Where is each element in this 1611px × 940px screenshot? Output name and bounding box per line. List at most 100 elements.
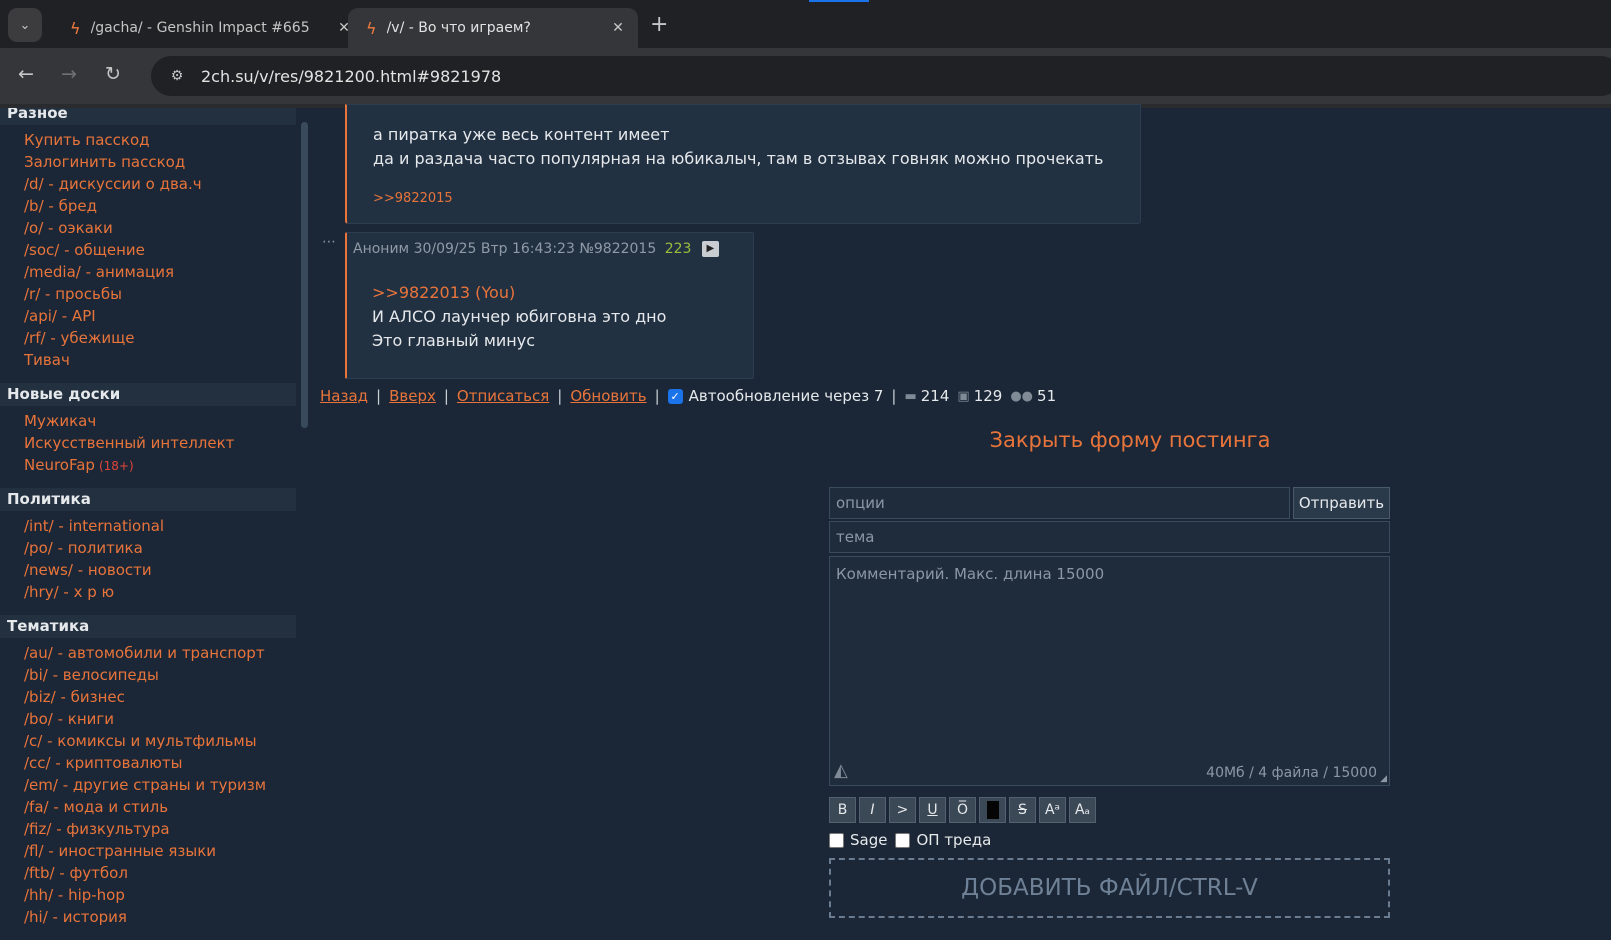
sidebar-board-link[interactable]: /soc/ - общение <box>24 239 296 261</box>
post-text-line: а пиратка уже весь контент имеет <box>373 125 670 144</box>
sidebar-board-link[interactable]: /biz/ - бизнес <box>24 686 296 708</box>
sidebar-board-link[interactable]: /cc/ - криптовалюты <box>24 752 296 774</box>
board-label: Залогинить пасскод <box>24 153 186 171</box>
op-label: ОП треда <box>916 831 992 849</box>
new-tab-icon[interactable]: + <box>650 12 668 37</box>
site-settings-icon[interactable]: ⚙ <box>157 68 197 84</box>
sidebar-board-link[interactable]: /o/ - оэкаки <box>24 217 296 239</box>
posts-count: 214 <box>920 387 950 405</box>
sidebar-board-link[interactable]: /media/ - анимация <box>24 261 296 283</box>
board-label: /media/ - анимация <box>24 263 175 281</box>
sidebar-board-link[interactable]: /fl/ - иностранные языки <box>24 840 296 862</box>
sidebar-board-link[interactable]: Мужикач <box>24 410 296 432</box>
close-form-link[interactable]: Закрыть форму постинга <box>950 428 1310 452</box>
board-label: /soc/ - общение <box>24 241 145 259</box>
autoupdate-checkbox[interactable]: ✓ <box>667 388 683 404</box>
sidebar-scrollbar[interactable] <box>301 122 308 428</box>
board-label: Искусственный интеллект <box>24 434 235 452</box>
board-label: /hry/ - х р ю <box>24 583 115 601</box>
superscript-button[interactable]: Aᵃ <box>1039 797 1066 823</box>
unsubscribe-link[interactable]: Отписаться <box>457 387 549 405</box>
sage-option[interactable]: Sage <box>829 831 887 849</box>
reply-link[interactable]: >>9822013 (You) <box>372 283 515 302</box>
subject-input[interactable]: тема <box>829 521 1390 553</box>
post: Аноним 30/09/25 Втр 16:43:23 №9822015 22… <box>345 232 754 379</box>
board-label: /api/ - API <box>24 307 96 325</box>
sidebar-board-link[interactable]: /news/ - новости <box>24 559 296 581</box>
sidebar-board-link[interactable]: Залогинить пасскод <box>24 151 296 173</box>
autoupdate-label: Автообновление через 7 <box>688 387 884 405</box>
op-option[interactable]: ОП треда <box>895 831 991 849</box>
overline-button[interactable]: O̅ <box>949 797 976 823</box>
sidebar-board-link[interactable]: /fiz/ - физкультура <box>24 818 296 840</box>
browser-tab-bar: ⌄ ϟ /gacha/ - Genshin Impact #665 ✕ ϟ /v… <box>0 0 1611 48</box>
spoiler-button[interactable] <box>979 797 1006 823</box>
op-checkbox[interactable] <box>895 832 911 848</box>
sidebar-board-link[interactable]: /bi/ - велосипеды <box>24 664 296 686</box>
upload-limits: 40Мб / 4 файла / 15000 <box>1206 765 1377 781</box>
subscript-button[interactable]: Aₐ <box>1069 797 1096 823</box>
up-link[interactable]: Вверх <box>389 387 436 405</box>
board-list: Купить пасскод Залогинить пасскод/d/ - ди… <box>0 129 296 371</box>
post-number[interactable]: №9822015 <box>579 241 656 257</box>
sidebar-board-link[interactable]: Тивач <box>24 349 296 371</box>
sidebar-category: Новые доски <box>0 383 296 406</box>
sidebar-board-link[interactable]: /c/ - комиксы и мультфильмы <box>24 730 296 752</box>
tab-gacha[interactable]: ϟ /gacha/ - Genshin Impact #665 ✕ <box>52 8 364 48</box>
italic-button[interactable]: I <box>859 797 886 823</box>
tab-title: /v/ - Во что играем? <box>386 20 531 36</box>
send-button[interactable]: Отправить <box>1293 487 1390 519</box>
separator: | <box>891 387 897 405</box>
options-input[interactable]: опции <box>829 487 1290 519</box>
back-link[interactable]: Назад <box>320 387 368 405</box>
post-menu-icon[interactable]: ⋯ <box>322 234 336 250</box>
strike-button[interactable]: S <box>1009 797 1036 823</box>
browser-toolbar: ← → ↻ ⚙ 2ch.su/v/res/9821200.html#982197… <box>0 48 1611 104</box>
sidebar-board-link[interactable]: /int/ - international <box>24 515 296 537</box>
sidebar-board-link[interactable]: /rf/ - убежище <box>24 327 296 349</box>
board-label: Тивач <box>24 351 70 369</box>
sidebar-board-link[interactable]: /fa/ - мода и стиль <box>24 796 296 818</box>
captcha-logo-icon[interactable]: ◭ <box>834 760 858 782</box>
sidebar-board-link[interactable]: /hh/ - hip-hop <box>24 884 296 906</box>
sidebar-board-link[interactable]: /api/ - API <box>24 305 296 327</box>
board-label: /cc/ - криптовалюты <box>24 754 183 772</box>
tab-v[interactable]: ϟ /v/ - Во что играем? ✕ <box>348 8 638 48</box>
sidebar-board-link[interactable]: /po/ - политика <box>24 537 296 559</box>
board-label: NeuroFap <box>24 456 95 474</box>
close-icon[interactable]: ✕ <box>604 20 632 36</box>
sidebar-board-link[interactable]: Купить пасскод <box>24 129 296 151</box>
forward-arrow-icon[interactable]: → <box>61 63 77 85</box>
sidebar-board-link[interactable]: /d/ - дискуссии о два.ч <box>24 173 296 195</box>
sidebar-category: Тематика <box>0 615 296 638</box>
back-arrow-icon[interactable]: ← <box>18 63 34 85</box>
resize-handle-icon[interactable]: ◢ <box>1380 774 1387 784</box>
tab-favicon-icon: ϟ <box>366 18 377 38</box>
refresh-link[interactable]: Обновить <box>570 387 646 405</box>
sidebar-board-link[interactable]: /au/ - автомобили и транспорт <box>24 642 296 664</box>
sidebar-board-link[interactable]: NeuroFap (18+) <box>24 454 296 476</box>
reply-link[interactable]: >>9822015 <box>373 191 453 206</box>
sidebar-board-link[interactable]: /ftb/ - футбол <box>24 862 296 884</box>
tab-search-button[interactable]: ⌄ <box>8 8 42 42</box>
sidebar-board-link[interactable]: /hi/ - история <box>24 906 296 928</box>
board-label: /b/ - бред <box>24 197 97 215</box>
sidebar-board-link[interactable]: Искусственный интеллект <box>24 432 296 454</box>
reload-icon[interactable]: ↻ <box>105 63 121 85</box>
bold-button[interactable]: B <box>829 797 856 823</box>
sage-checkbox[interactable] <box>829 832 844 848</box>
quote-button[interactable]: > <box>889 797 916 823</box>
file-dropzone[interactable]: ДОБАВИТЬ ФАЙЛ/CTRL-V <box>829 858 1390 918</box>
sidebar-board-link[interactable]: /em/ - другие страны и туризм <box>24 774 296 796</box>
underline-button[interactable]: U <box>919 797 946 823</box>
play-icon[interactable]: ▶ <box>701 241 719 257</box>
post: а пиратка уже весь контент имеет да и ра… <box>345 104 1141 224</box>
sidebar-board-link[interactable]: /r/ - просьбы <box>24 283 296 305</box>
poster-name: Аноним <box>353 241 410 257</box>
address-bar[interactable]: ⚙ 2ch.su/v/res/9821200.html#9821978 <box>151 56 1611 96</box>
post-header: Аноним 30/09/25 Втр 16:43:23 №9822015 22… <box>353 241 719 257</box>
sidebar-board-link[interactable]: /b/ - бред <box>24 195 296 217</box>
sidebar-board-link[interactable]: /hry/ - х р ю <box>24 581 296 603</box>
comment-textarea[interactable]: Комментарий. Макс. длина 15000 ◭ 40Мб / … <box>829 556 1390 786</box>
sidebar-board-link[interactable]: /bo/ - книги <box>24 708 296 730</box>
